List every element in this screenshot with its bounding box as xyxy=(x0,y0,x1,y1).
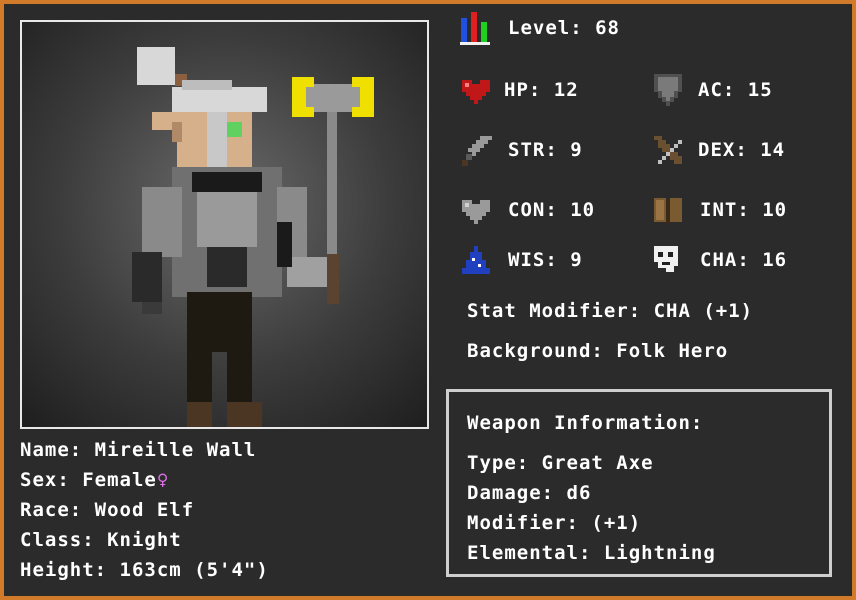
str-label: STR: xyxy=(508,139,558,161)
weapon-elemental-value: Lightning xyxy=(603,542,716,564)
int-label: INT: xyxy=(700,199,750,221)
sex-value: Female xyxy=(82,469,157,491)
hp-label: HP: xyxy=(504,79,542,101)
wizard-hat-icon xyxy=(462,246,490,274)
con-label: CON: xyxy=(508,199,558,221)
weapon-modifier-value: (+1) xyxy=(591,512,642,534)
class-label: Class: xyxy=(20,529,95,551)
dex-text: DEX: 14 xyxy=(698,139,785,161)
wis-text: WIS: 9 xyxy=(508,249,583,271)
class-value: Knight xyxy=(107,529,182,551)
sword-icon xyxy=(462,136,492,166)
int-value: 10 xyxy=(762,199,788,221)
str-row: STR: 9 xyxy=(458,132,583,168)
cha-text: CHA: 16 xyxy=(700,249,787,271)
wis-row: WIS: 9 xyxy=(458,242,583,278)
name-label: Name: xyxy=(20,439,83,461)
grey-heart-icon xyxy=(462,200,490,224)
hp-text: HP: 12 xyxy=(504,79,579,101)
ac-label: AC: xyxy=(698,79,736,101)
book-icon xyxy=(654,198,682,224)
weapon-damage-line: Damage: d6 xyxy=(467,482,591,504)
level-text: Level: 68 xyxy=(508,17,620,39)
knight-sprite xyxy=(132,47,374,427)
wis-label: WIS: xyxy=(508,249,558,271)
hp-value: 12 xyxy=(553,79,579,101)
str-text: STR: 9 xyxy=(508,139,583,161)
female-icon: ♀ xyxy=(156,469,170,491)
race-label: Race: xyxy=(20,499,83,521)
ac-row: AC: 15 xyxy=(650,72,773,108)
background-label: Background: xyxy=(467,340,604,362)
level-row: Level: 68 xyxy=(458,10,620,46)
weapon-damage-value: d6 xyxy=(566,482,592,504)
weapon-type-label: Type: xyxy=(467,452,530,474)
weapon-elemental-label: Elemental: xyxy=(467,542,592,564)
con-row: CON: 10 xyxy=(458,192,595,228)
stat-modifier-value: CHA (+1) xyxy=(653,300,754,322)
character-card: Name: Mireille Wall Sex: Female♀ Race: W… xyxy=(4,4,852,596)
ac-text: AC: 15 xyxy=(698,79,773,101)
cha-label: CHA: xyxy=(700,249,750,271)
weapon-modifier-label: Modifier: xyxy=(467,512,579,534)
level-bars-icon xyxy=(460,12,490,45)
dex-label: DEX: xyxy=(698,139,748,161)
int-text: INT: 10 xyxy=(700,199,787,221)
race-value: Wood Elf xyxy=(94,499,195,521)
height-line: Height: 163cm (5'4") xyxy=(20,559,269,581)
character-portrait xyxy=(20,20,429,429)
weapon-title: Weapon Information: xyxy=(467,412,704,434)
race-line: Race: Wood Elf xyxy=(20,499,194,521)
weapon-type-value: Great Axe xyxy=(541,452,654,474)
ac-value: 15 xyxy=(747,79,773,101)
stat-modifier-line: Stat Modifier: CHA (+1) xyxy=(467,300,753,322)
weapon-damage-label: Damage: xyxy=(467,482,555,504)
sex-line: Sex: Female♀ xyxy=(20,469,169,491)
dex-row: DEX: 14 xyxy=(650,132,785,168)
weapon-elemental-line: Elemental: Lightning xyxy=(467,542,716,564)
bow-icon xyxy=(654,136,682,164)
height-label: Height: xyxy=(20,559,108,581)
con-text: CON: 10 xyxy=(508,199,595,221)
weapon-modifier-line: Modifier: (+1) xyxy=(467,512,641,534)
name-line: Name: Mireille Wall xyxy=(20,439,256,461)
int-row: INT: 10 xyxy=(650,192,787,228)
str-value: 9 xyxy=(570,139,583,161)
level-label: Level: xyxy=(508,17,583,39)
sex-label: Sex: xyxy=(20,469,70,491)
cha-value: 16 xyxy=(762,249,788,271)
heart-icon xyxy=(462,80,490,104)
con-value: 10 xyxy=(570,199,596,221)
mask-icon xyxy=(654,246,678,272)
weapon-info-panel: Weapon Information: Type: Great Axe Dama… xyxy=(446,389,832,577)
cha-row: CHA: 16 xyxy=(650,242,787,278)
background-value: Folk Hero xyxy=(616,340,729,362)
dex-value: 14 xyxy=(760,139,786,161)
class-line: Class: Knight xyxy=(20,529,182,551)
background-line: Background: Folk Hero xyxy=(467,340,728,362)
hp-row: HP: 12 xyxy=(458,72,579,108)
weapon-type-line: Type: Great Axe xyxy=(467,452,654,474)
shield-icon xyxy=(654,74,682,106)
level-value: 68 xyxy=(595,17,620,39)
wis-value: 9 xyxy=(570,249,583,271)
name-value: Mireille Wall xyxy=(94,439,257,461)
height-value: 163cm (5'4") xyxy=(119,559,269,581)
stat-modifier-label: Stat Modifier: xyxy=(467,300,642,322)
